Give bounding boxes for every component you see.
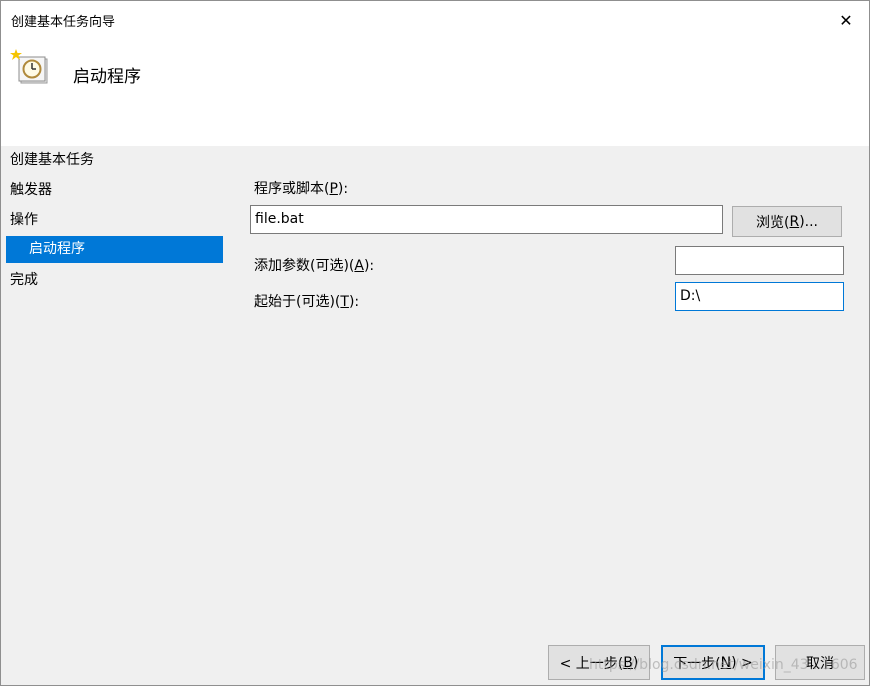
- browse-button[interactable]: 浏览(R)...: [732, 206, 842, 237]
- program-input[interactable]: file.bat: [250, 205, 723, 234]
- wizard-window: 创建基本任务向导 ✕ 启动程序 创建基本任务 触发器 操作 启动程序 完成 程序…: [0, 0, 870, 686]
- arguments-input[interactable]: [675, 246, 844, 275]
- clock-task-icon: [9, 47, 51, 87]
- nav-item-create-task: 创建基本任务: [10, 152, 94, 168]
- close-button[interactable]: ✕: [823, 1, 869, 39]
- nav-item-start-program: 启动程序: [6, 236, 223, 263]
- page-title: 启动程序: [73, 67, 141, 87]
- window-title: 创建基本任务向导: [11, 15, 116, 30]
- nav-item-trigger: 触发器: [10, 182, 52, 198]
- start-in-input[interactable]: D:\: [675, 282, 844, 311]
- program-label: 程序或脚本(P):: [254, 181, 349, 197]
- title-bar: 创建基本任务向导 ✕: [1, 1, 869, 41]
- next-button[interactable]: 下一步(N) >: [661, 645, 765, 680]
- arguments-label: 添加参数(可选)(A):: [254, 258, 375, 274]
- cancel-button[interactable]: 取消: [775, 645, 865, 680]
- start-in-label: 起始于(可选)(T):: [254, 294, 360, 310]
- close-icon: ✕: [839, 10, 853, 30]
- nav-item-action: 操作: [10, 212, 38, 228]
- nav-item-finish: 完成: [10, 272, 38, 288]
- back-button[interactable]: < 上一步(B): [548, 645, 650, 680]
- wizard-header: 启动程序: [1, 41, 869, 146]
